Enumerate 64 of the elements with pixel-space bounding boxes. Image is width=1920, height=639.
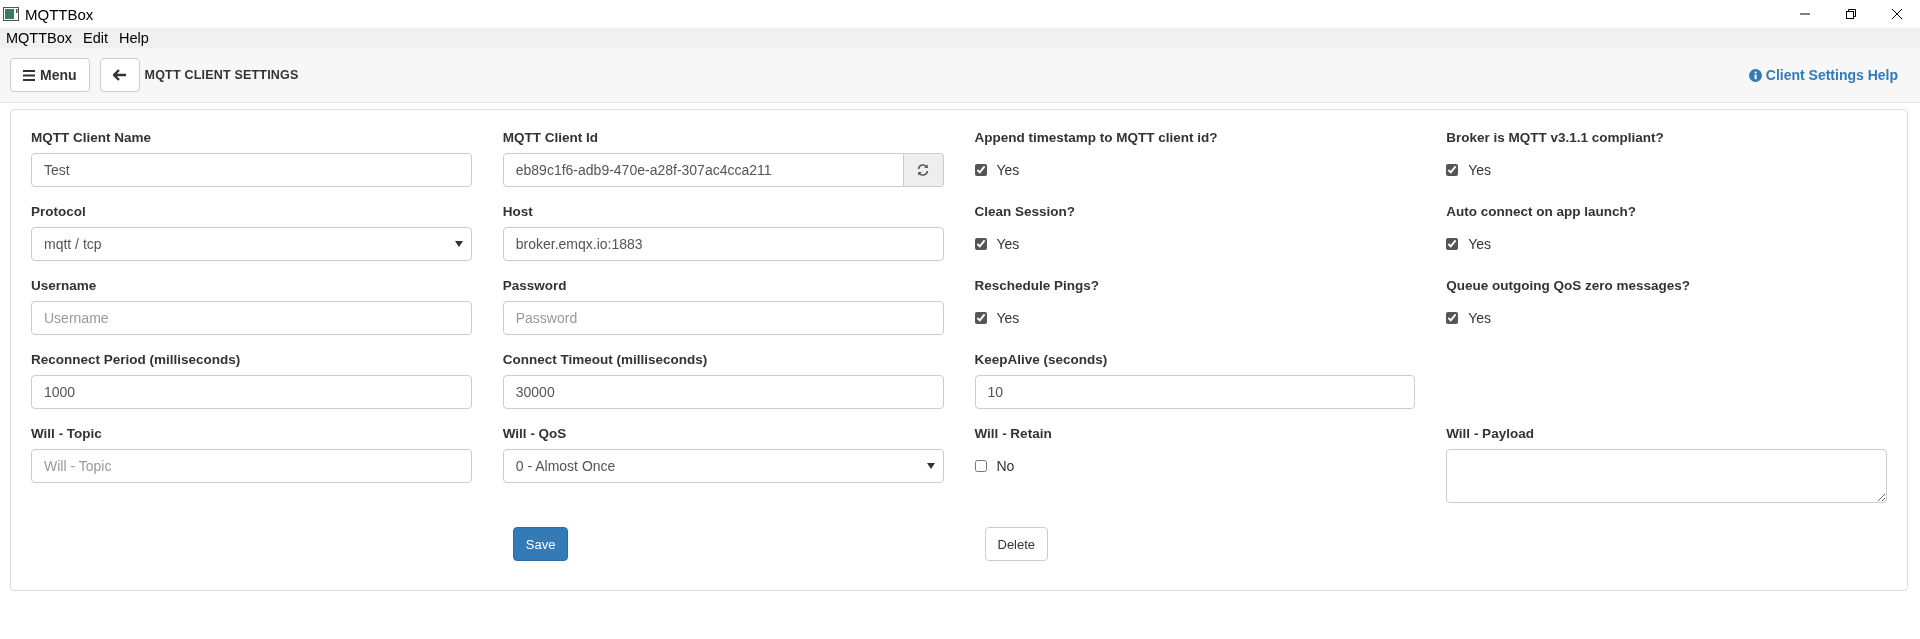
text-field[interactable]: eb89c1f6-adb9-470e-a28f-307ac4cca211	[502, 153, 904, 187]
checkbox[interactable]	[974, 238, 987, 250]
field-label: Host	[502, 203, 534, 220]
field-label: Broker is MQTT v3.1.1 compliant?	[1446, 129, 1665, 146]
menu-icon	[23, 69, 35, 81]
menu-item[interactable]: Edit	[83, 30, 109, 46]
checkbox-label: Yes	[1468, 310, 1492, 326]
field-label: Reschedule Pings?	[974, 277, 1101, 294]
caret-icon	[926, 463, 935, 469]
save-button[interactable]: Save	[512, 527, 569, 561]
text-field[interactable]: Username	[31, 301, 472, 335]
checkbox[interactable]	[974, 312, 987, 324]
field-label: Clean Session?	[974, 203, 1077, 220]
page-title: MQTT CLIENT SETTINGS	[144, 68, 300, 82]
close-icon	[1891, 8, 1903, 20]
checkbox[interactable]	[974, 164, 987, 176]
checkbox[interactable]	[974, 460, 987, 472]
field-label: Will - Retain	[974, 425, 1053, 442]
checkbox-label: Yes	[1468, 236, 1492, 252]
field-label: Auto connect on app launch?	[1446, 203, 1637, 220]
help-link[interactable]: Client Settings Help	[1748, 67, 1898, 83]
field-label: Queue outgoing QoS zero messages?	[1446, 277, 1692, 294]
field-label: Protocol	[31, 203, 87, 220]
field-label: Password	[502, 277, 568, 294]
checkbox-label: Yes	[1468, 162, 1492, 178]
text-field[interactable]: Test	[31, 153, 472, 187]
field-label: Will - Payload	[1446, 425, 1535, 442]
checkbox[interactable]	[1446, 312, 1459, 324]
menu-button[interactable]: Menu	[10, 58, 90, 92]
field-label: Connect Timeout (milliseconds)	[502, 351, 709, 368]
field-label: Reconnect Period (milliseconds)	[31, 351, 242, 368]
info-icon	[1748, 68, 1762, 82]
field-label: Will - Topic	[31, 425, 103, 442]
window-title: MQTTBox	[25, 5, 95, 23]
field-label: Username	[31, 277, 98, 294]
regenerate-button[interactable]	[903, 153, 944, 187]
checkbox-label: No	[996, 458, 1015, 474]
checkbox-label: Yes	[996, 236, 1020, 252]
field-label: Append timestamp to MQTT client id?	[974, 129, 1219, 146]
menu-item[interactable]: Help	[119, 30, 149, 46]
refresh-icon	[916, 163, 930, 177]
select-field[interactable]: 0 - Almost Once	[502, 449, 944, 483]
text-field[interactable]: broker.emqx.io:1883	[502, 227, 944, 261]
checkbox[interactable]	[1446, 238, 1459, 250]
text-field[interactable]: Password	[502, 301, 944, 335]
checkbox[interactable]	[1446, 164, 1459, 176]
menu-item[interactable]: MQTTBox	[6, 30, 73, 46]
field-label: KeepAlive (seconds)	[974, 351, 1109, 368]
checkbox-label: Yes	[996, 162, 1020, 178]
field-label: MQTT Client Id	[502, 129, 599, 146]
back-button[interactable]	[99, 58, 140, 92]
text-field[interactable]: 1000	[31, 375, 472, 409]
field-label: Will - QoS	[502, 425, 568, 442]
restore-icon	[1845, 8, 1857, 20]
text-field[interactable]: Will - Topic	[31, 449, 472, 483]
app-icon	[3, 7, 19, 21]
text-field[interactable]: 10	[974, 375, 1416, 409]
caret-icon	[454, 241, 463, 247]
text-field[interactable]: 30000	[502, 375, 944, 409]
delete-button[interactable]: Delete	[984, 527, 1049, 561]
select-field[interactable]: mqtt / tcp	[31, 227, 472, 261]
field-label: MQTT Client Name	[31, 129, 152, 146]
checkbox-label: Yes	[996, 310, 1020, 326]
back-arrow-icon	[112, 69, 127, 81]
